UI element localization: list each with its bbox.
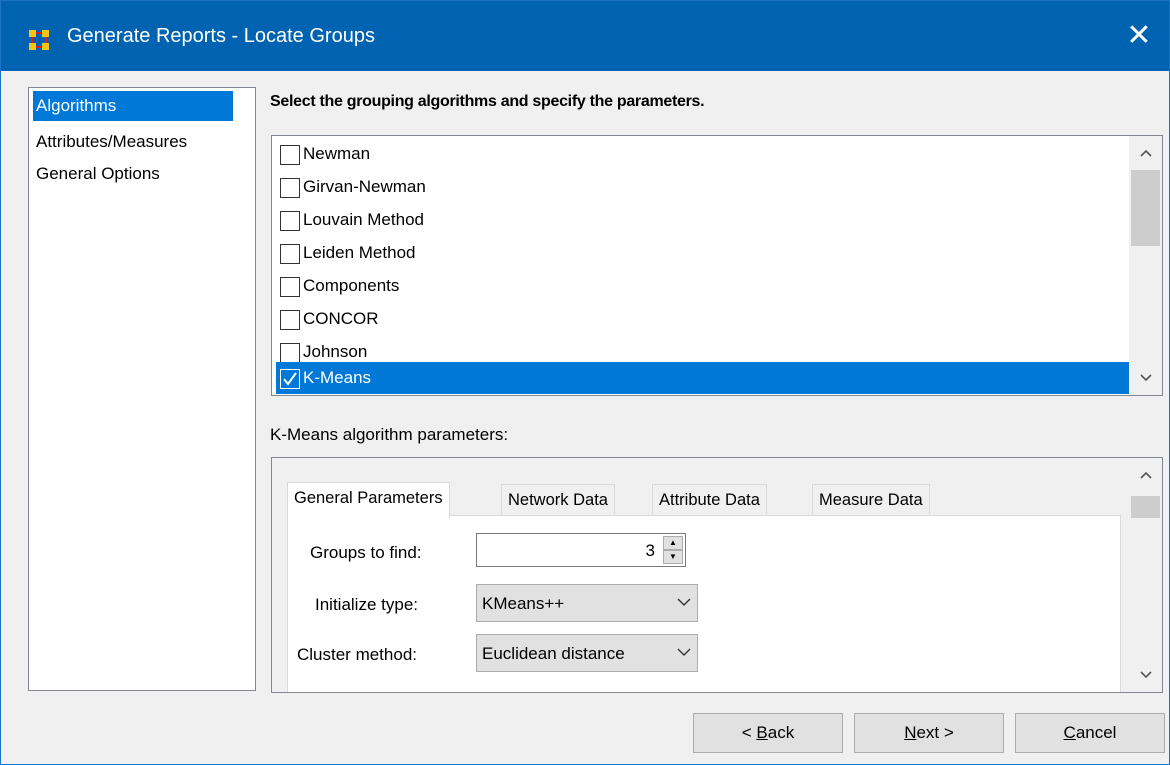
algorithm-label: Components — [303, 276, 400, 295]
algorithm-label: Girvan-Newman — [303, 177, 426, 196]
cluster-method-label: Cluster method: — [297, 645, 417, 664]
checkbox[interactable] — [280, 211, 300, 231]
tab-general-parameters[interactable]: General Parameters — [287, 482, 450, 518]
initialize-type-value: KMeans++ — [482, 594, 565, 613]
scroll-down-icon[interactable] — [1129, 658, 1162, 692]
checkbox[interactable] — [280, 178, 300, 198]
next-button[interactable]: Next > — [854, 713, 1004, 753]
scroll-thumb[interactable] — [1131, 170, 1160, 246]
checkmark-icon — [283, 372, 297, 386]
title-bar[interactable]: Generate Reports - Locate Groups ✕ — [1, 1, 1169, 71]
nav-panel: Algorithms Attributes/Measures General O… — [28, 87, 256, 691]
checkbox[interactable] — [280, 310, 300, 330]
algorithm-label: Leiden Method — [303, 243, 416, 262]
checkbox[interactable] — [280, 145, 300, 165]
tab-measure-data[interactable]: Measure Data — [812, 484, 930, 516]
cancel-button[interactable]: Cancel — [1015, 713, 1165, 753]
algorithm-item-concor[interactable]: CONCOR — [276, 303, 1132, 335]
algorithm-item-components[interactable]: Components — [276, 270, 1132, 302]
groups-to-find-label: Groups to find: — [310, 543, 422, 562]
cancel-button-label: ancel — [1075, 723, 1117, 742]
app-icon — [27, 28, 51, 52]
initialize-type-label: Initialize type: — [315, 595, 418, 614]
params-heading: K-Means algorithm parameters: — [270, 425, 509, 444]
checkbox[interactable] — [280, 277, 300, 297]
checkbox-checked[interactable] — [280, 369, 300, 389]
algorithm-item-louvain-method[interactable]: Louvain Method — [276, 204, 1132, 236]
algorithm-label: CONCOR — [303, 309, 379, 328]
cluster-method-select[interactable]: Euclidean distance — [476, 634, 698, 672]
cancel-button-mnemonic: C — [1063, 723, 1076, 742]
algorithm-label: Louvain Method — [303, 210, 424, 229]
params-scrollbar[interactable] — [1129, 458, 1162, 692]
spin-down-icon[interactable]: ▼ — [663, 550, 683, 564]
general-parameters-pane: Groups to find: 3 ▲ ▼ Initialize type: K… — [287, 515, 1121, 692]
back-button-mnemonic: B — [756, 723, 768, 742]
back-button-prefix: < — [741, 723, 757, 742]
algorithm-label: K-Means — [303, 368, 372, 387]
algorithm-item-newman[interactable]: Newman — [276, 138, 1132, 170]
params-panel: General Parameters Network Data Attribut… — [271, 457, 1163, 693]
algorithm-item-leiden-method[interactable]: Leiden Method — [276, 237, 1132, 269]
algorithm-item-girvan-newman[interactable]: Girvan-Newman — [276, 171, 1132, 203]
next-button-mnemonic: N — [904, 723, 917, 742]
scroll-up-icon[interactable] — [1129, 458, 1162, 492]
algorithm-list: Newman Girvan-Newman Louvain Method Leid… — [271, 135, 1163, 396]
nav-item-attributes-measures[interactable]: Attributes/Measures — [33, 127, 190, 157]
tab-network-data[interactable]: Network Data — [501, 484, 615, 516]
scroll-thumb[interactable] — [1131, 496, 1160, 518]
checkbox[interactable] — [280, 244, 300, 264]
nav-item-general-options[interactable]: General Options — [33, 159, 163, 189]
window-title: Generate Reports - Locate Groups — [67, 25, 375, 47]
initialize-type-select[interactable]: KMeans++ — [476, 584, 698, 622]
next-button-label: ext > — [916, 723, 954, 742]
scroll-up-icon[interactable] — [1129, 136, 1162, 170]
nav-item-algorithms[interactable]: Algorithms — [33, 91, 233, 121]
checkbox[interactable] — [280, 343, 300, 363]
cluster-method-value: Euclidean distance — [482, 644, 625, 663]
groups-to-find-value: 3 — [645, 541, 655, 560]
instruction-text: Select the grouping algorithms and speci… — [270, 93, 705, 110]
chevron-down-icon — [677, 598, 691, 606]
dialog-window: Generate Reports - Locate Groups ✕ Algor… — [0, 0, 1170, 765]
chevron-down-icon — [677, 648, 691, 656]
groups-to-find-stepper[interactable]: 3 ▲ ▼ — [476, 533, 686, 567]
scroll-down-icon[interactable] — [1129, 361, 1162, 395]
close-icon[interactable]: ✕ — [1109, 1, 1169, 71]
algorithm-item-k-means[interactable]: K-Means — [276, 362, 1132, 394]
back-button[interactable]: < Back — [693, 713, 843, 753]
back-button-label: ack — [767, 723, 795, 742]
spin-up-icon[interactable]: ▲ — [663, 536, 683, 550]
tab-attribute-data[interactable]: Attribute Data — [652, 484, 767, 516]
algorithm-list-scrollbar[interactable] — [1129, 136, 1162, 395]
algorithm-label: Newman — [303, 144, 371, 163]
